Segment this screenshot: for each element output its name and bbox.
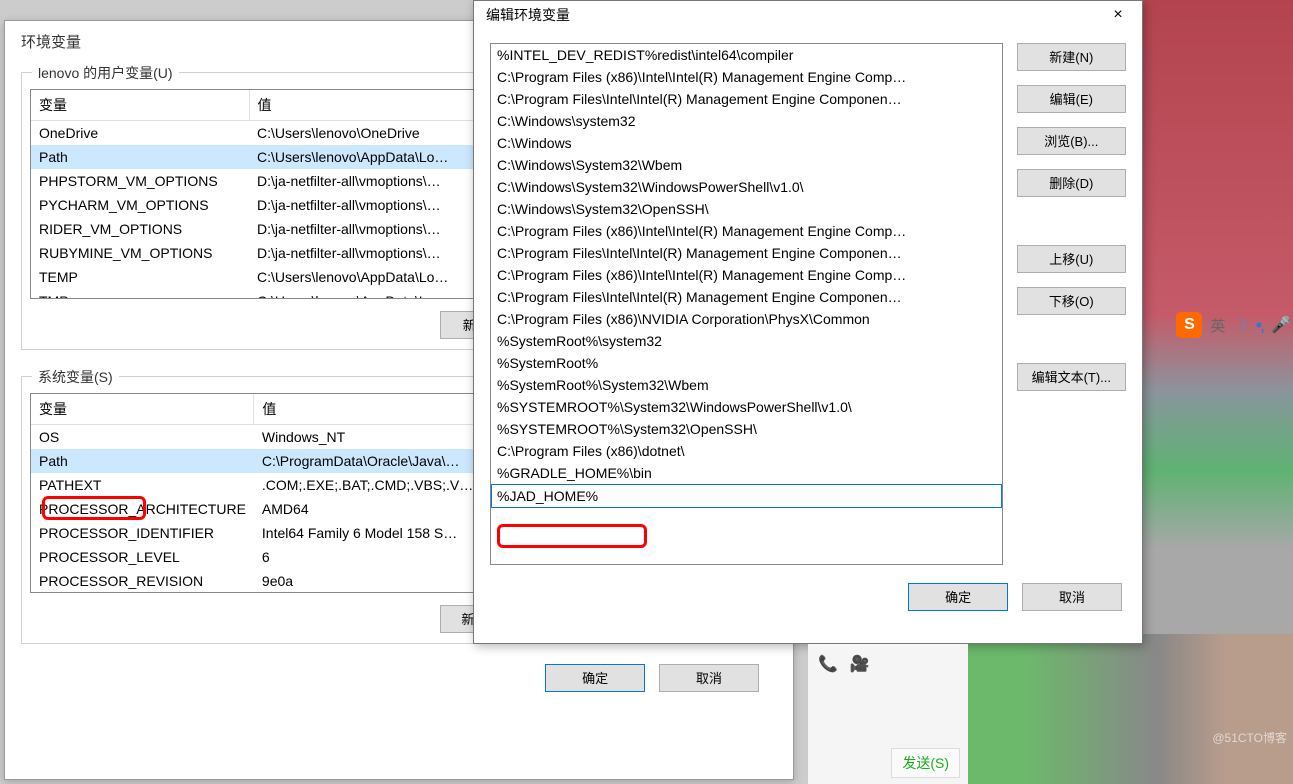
list-item[interactable]: C:\Windows (491, 132, 1002, 154)
list-item[interactable]: C:\Program Files\Intel\Intel(R) Manageme… (491, 286, 1002, 308)
sogou-icon[interactable]: S (1176, 312, 1202, 338)
list-item[interactable]: %SYSTEMROOT%\System32\WindowsPowerShell\… (491, 396, 1002, 418)
dialog-title: 编辑环境变量 (486, 5, 570, 25)
user-vars-label: lenovo 的用户变量(U) (32, 63, 179, 83)
cancel-button[interactable]: 取消 (659, 664, 759, 692)
list-item-editing[interactable] (491, 484, 1002, 508)
move-up-button[interactable]: 上移(U) (1017, 245, 1126, 273)
list-item[interactable]: %SystemRoot% (491, 352, 1002, 374)
ok-button[interactable]: 确定 (545, 664, 645, 692)
ime-lang[interactable]: 英 (1210, 315, 1225, 336)
move-down-button[interactable]: 下移(O) (1017, 287, 1126, 315)
delete-button[interactable]: 删除(D) (1017, 169, 1126, 197)
col-var[interactable]: 变量 (31, 90, 249, 121)
edit-env-dialog: 编辑环境变量 × %INTEL_DEV_REDIST%redist\intel6… (473, 0, 1143, 644)
watermark-text: @51CTO博客 (1212, 729, 1287, 746)
video-icon[interactable]: 🎥 (850, 654, 870, 674)
list-item[interactable]: %GRADLE_HOME%\bin (491, 462, 1002, 484)
edit-button[interactable]: 编辑(E) (1017, 85, 1126, 113)
moon-icon[interactable]: ☽ (1233, 315, 1247, 335)
close-icon[interactable]: × (1098, 2, 1138, 28)
dialog-cancel-button[interactable]: 取消 (1022, 583, 1122, 611)
list-item[interactable]: C:\Windows\System32\OpenSSH\ (491, 198, 1002, 220)
list-item[interactable]: C:\Program Files (x86)\Intel\Intel(R) Ma… (491, 66, 1002, 88)
browse-button[interactable]: 浏览(B)... (1017, 127, 1126, 155)
mic-icon[interactable]: 🎤 (1271, 315, 1291, 335)
ime-toolbar[interactable]: S 英 ☽ •, 🎤 (1176, 312, 1291, 338)
list-item[interactable]: %SYSTEMROOT%\System32\OpenSSH\ (491, 418, 1002, 440)
path-list[interactable]: %INTEL_DEV_REDIST%redist\intel64\compile… (490, 43, 1003, 565)
send-button[interactable]: 发送(S) (891, 748, 960, 778)
list-item[interactable]: %INTEL_DEV_REDIST%redist\intel64\compile… (491, 44, 1002, 66)
list-item[interactable]: C:\Windows\System32\Wbem (491, 154, 1002, 176)
new-button[interactable]: 新建(N) (1017, 43, 1126, 71)
edit-text-button[interactable]: 编辑文本(T)... (1017, 363, 1126, 391)
list-item[interactable]: C:\Program Files (x86)\dotnet\ (491, 440, 1002, 462)
list-item[interactable]: C:\Windows\system32 (491, 110, 1002, 132)
list-item[interactable]: %SystemRoot%\System32\Wbem (491, 374, 1002, 396)
col-var[interactable]: 变量 (31, 394, 254, 425)
list-item[interactable]: C:\Program Files (x86)\Intel\Intel(R) Ma… (491, 220, 1002, 242)
list-item[interactable]: C:\Program Files (x86)\NVIDIA Corporatio… (491, 308, 1002, 330)
sys-vars-label: 系统变量(S) (32, 367, 119, 387)
list-item[interactable]: %SystemRoot%\system32 (491, 330, 1002, 352)
phone-icon[interactable]: 📞 (818, 654, 838, 674)
dialog-ok-button[interactable]: 确定 (908, 583, 1008, 611)
list-item[interactable]: C:\Program Files\Intel\Intel(R) Manageme… (491, 242, 1002, 264)
list-item[interactable]: C:\Program Files (x86)\Intel\Intel(R) Ma… (491, 264, 1002, 286)
list-item[interactable]: C:\Windows\System32\WindowsPowerShell\v1… (491, 176, 1002, 198)
more-icon[interactable]: •, (1256, 315, 1263, 336)
list-item[interactable]: C:\Program Files\Intel\Intel(R) Manageme… (491, 88, 1002, 110)
path-edit-input[interactable] (492, 485, 1001, 507)
chat-panel: 📞 🎥 发送(S) (808, 644, 968, 784)
